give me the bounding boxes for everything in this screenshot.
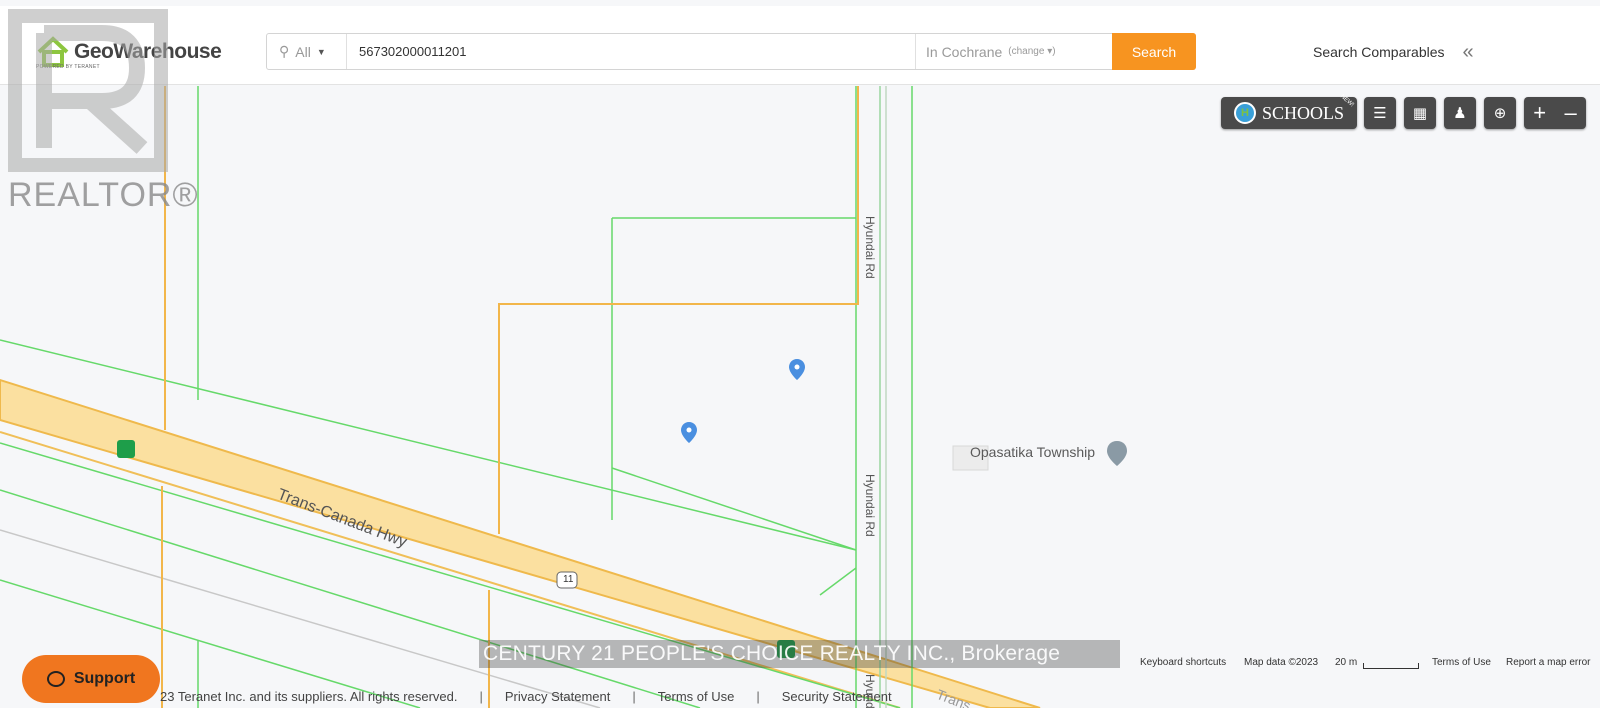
location-selector[interactable]: In Cochrane (change ▾) [915,34,1112,69]
zoom-out-icon[interactable]: – [1565,100,1577,126]
brokerage-watermark: CENTURY 21 PEOPLE'S CHOICE REALTY INC., … [479,640,1120,668]
scale-bar [1363,663,1419,669]
layers-icon: ☰ [1373,105,1387,122]
schools-label: SCHOOLS [1261,102,1345,123]
terms-of-use-link[interactable]: Terms of Use [658,689,735,704]
parcel-lines-orange [161,86,859,708]
highway-shield-number: 11 [563,574,574,585]
search-type-dropdown[interactable]: ⚲ All ▼ [267,34,347,69]
road-label: Hyundai Rd [863,474,877,537]
search-comparables-label: Search Comparables [1313,44,1445,60]
support-label: Support [73,670,136,687]
search-icon: ⚲ [279,43,290,59]
map-layer [0,86,1127,708]
search-bar: ⚲ All ▼ In Cochrane (change ▾) Search [266,33,1196,70]
keyboard-shortcuts-link[interactable]: Keyboard shortcuts [1140,657,1226,668]
search-comparables[interactable]: Search Comparables « [1313,42,1474,62]
footer: 23 Teranet Inc. and its suppliers. All r… [160,689,892,704]
realtor-r-icon [36,25,148,154]
footer-separator: | [632,689,636,704]
top-bar: GeoWarehouse POWERED BY TERANET ⚲ All ▼ … [0,6,1600,85]
privacy-statement-link[interactable]: Privacy Statement [505,689,611,704]
double-chevron-left-icon[interactable]: « [1463,42,1474,62]
realtor-watermark-logo [8,9,168,172]
layers-button[interactable]: ☰ [1364,97,1396,129]
place-label[interactable]: Opasatika Township [970,444,1095,460]
realtor-watermark-text: REALTOR® [8,176,199,214]
locate-icon: ⊕ [1493,105,1507,122]
street-view-icon: ♟ [1453,105,1467,122]
locate-button[interactable]: ⊕ [1484,97,1516,129]
map-pin[interactable] [789,359,805,380]
location-text: In Cochrane [926,43,1003,60]
schools-button[interactable]: H SCHOOLS NEW! [1221,94,1357,129]
map-pin[interactable] [681,422,697,443]
search-type-value: All [295,43,311,60]
map-data-text: Map data ©2023 [1244,657,1319,668]
map-canvas[interactable]: 11 Hyundai Rd Hyundai Rd Hyundai Rd Tran… [0,86,1600,708]
footer-separator: | [479,689,483,704]
township-pin-icon [1107,441,1127,466]
search-input[interactable] [347,34,915,69]
caret-down-icon: ▼ [316,46,326,57]
map-terms-link[interactable]: Terms of Use [1432,657,1491,668]
copyright-text: 23 Teranet Inc. and its suppliers. All r… [160,689,458,704]
street-view-button[interactable]: ♟ [1444,97,1476,129]
change-location-link[interactable]: (change ▾) [1008,46,1055,57]
zoom-controls: + – [1524,97,1586,129]
chat-bubble-icon [46,671,65,687]
zoom-in-icon[interactable]: + [1533,100,1546,126]
road-label: Hyundai Rd [863,216,877,279]
footer-separator: | [756,689,760,704]
search-button[interactable]: Search [1112,33,1196,70]
park-icon [117,440,135,458]
schools-icon: H [1233,102,1256,124]
support-button[interactable]: Support [22,655,160,703]
security-statement-link[interactable]: Security Statement [782,689,892,704]
scale-label: 20 m [1335,657,1358,668]
report-map-error-link[interactable]: Report a map error [1506,657,1590,668]
map-icon: ▦ [1412,105,1428,122]
map-type-button[interactable]: ▦ [1404,97,1436,129]
